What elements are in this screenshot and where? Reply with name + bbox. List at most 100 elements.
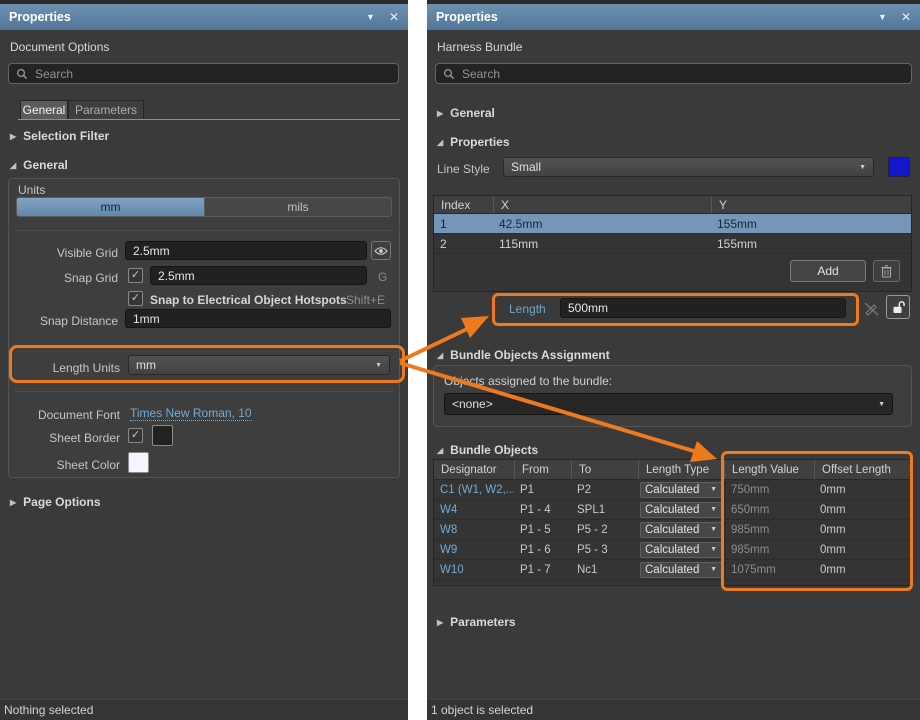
document-font-link[interactable]: Times New Roman, 10 — [130, 406, 252, 421]
length-units-dropdown[interactable]: mm ▼ — [128, 355, 390, 375]
tab-general[interactable]: General — [20, 100, 68, 119]
panel-titlebar: Properties ▼ ✕ — [0, 4, 408, 30]
panel-menu-icon[interactable]: ▼ — [878, 12, 887, 22]
visible-grid-input[interactable]: 2.5mm — [125, 241, 367, 260]
snap-distance-label: Snap Distance — [0, 314, 118, 328]
column-header[interactable]: To — [571, 460, 638, 479]
units-label: Units — [18, 183, 45, 197]
table-row[interactable]: W10 P1 - 7 Nc1 Calculated▼ 1075mm 0mm — [434, 560, 911, 580]
lock-button[interactable] — [886, 295, 910, 319]
column-header[interactable]: From — [514, 460, 571, 479]
section-general[interactable]: ◢ General — [10, 158, 68, 172]
sheet-border-checkbox[interactable]: ✓ — [128, 428, 143, 443]
divider — [14, 230, 394, 231]
visible-grid-visibility-button[interactable] — [371, 241, 391, 260]
chevron-down-icon: ▼ — [375, 362, 382, 369]
chevron-down-icon: ▼ — [710, 506, 717, 513]
section-properties[interactable]: ◢ Properties — [437, 135, 510, 149]
table-row[interactable]: 2 115mm 155mm — [434, 234, 911, 254]
sheet-border-color-swatch[interactable] — [152, 425, 173, 446]
snap-hotspots-label: Snap to Electrical Object Hotspots — [150, 293, 347, 307]
table-row[interactable]: 1 42.5mm 155mm — [434, 214, 911, 234]
table-row[interactable]: W9 P1 - 6 P5 - 3 Calculated▼ 985mm 0mm — [434, 540, 911, 560]
eye-icon — [374, 246, 388, 256]
document-font-label: Document Font — [0, 408, 120, 422]
chevron-expanded-icon: ◢ — [437, 351, 443, 360]
length-type-dropdown[interactable]: Calculated▼ — [640, 502, 722, 518]
bundle-objects-table: Designator From To Length Type Length Va… — [433, 459, 912, 586]
section-parameters[interactable]: ▶ Parameters — [437, 615, 516, 629]
length-input[interactable]: 500mm — [560, 298, 846, 318]
assigned-objects-dropdown[interactable]: <none> ▼ — [444, 393, 893, 415]
length-type-dropdown[interactable]: Calculated▼ — [640, 522, 722, 538]
column-header[interactable]: Y — [711, 196, 911, 213]
tab-parameters[interactable]: Parameters — [68, 100, 144, 119]
panel-title: Properties — [436, 10, 864, 24]
column-header[interactable]: Offset Length — [814, 460, 911, 479]
chevron-right-icon: ▶ — [10, 132, 16, 141]
column-header[interactable]: Length Value — [724, 460, 814, 479]
snap-hotspots-shortcut: Shift+E — [346, 293, 385, 307]
column-header[interactable]: Designator — [434, 460, 514, 479]
length-label: Length — [509, 302, 546, 316]
length-units-label: Length Units — [0, 361, 120, 375]
panel-titlebar: Properties ▼ ✕ — [427, 4, 920, 30]
visible-grid-label: Visible Grid — [0, 246, 118, 260]
snap-distance-input[interactable]: 1mm — [125, 309, 391, 328]
search-icon — [16, 68, 28, 80]
chevron-down-icon: ▼ — [710, 546, 717, 553]
close-icon[interactable]: ✕ — [901, 10, 911, 24]
search-icon — [443, 68, 455, 80]
search-input[interactable]: Search — [8, 63, 399, 84]
chevron-right-icon: ▶ — [437, 618, 443, 627]
status-bar: 1 object is selected — [427, 699, 920, 720]
add-button[interactable]: Add — [790, 260, 866, 282]
line-style-dropdown[interactable]: Small ▼ — [503, 157, 874, 177]
section-selection-filter[interactable]: ▶ Selection Filter — [10, 129, 109, 143]
chevron-expanded-icon: ◢ — [437, 138, 443, 147]
search-input[interactable]: Search — [435, 63, 912, 84]
units-option-mils[interactable]: mils — [204, 198, 391, 216]
table-row[interactable]: W8 P1 - 5 P5 - 2 Calculated▼ 985mm 0mm — [434, 520, 911, 540]
snap-grid-checkbox[interactable]: ✓ — [128, 268, 143, 283]
panel-menu-icon[interactable]: ▼ — [366, 12, 375, 22]
column-header[interactable]: Length Type — [638, 460, 724, 479]
unlock-icon — [891, 300, 905, 314]
length-type-dropdown[interactable]: Calculated▼ — [640, 542, 722, 558]
close-icon[interactable]: ✕ — [389, 10, 399, 24]
edit-disabled-icon — [863, 301, 880, 317]
length-type-dropdown[interactable]: Calculated▼ — [640, 562, 722, 578]
snap-hotspots-checkbox[interactable]: ✓ — [128, 291, 143, 306]
section-bundle-objects[interactable]: ◢ Bundle Objects — [437, 443, 538, 457]
tab-underline — [18, 119, 400, 120]
chevron-expanded-icon: ◢ — [437, 446, 443, 455]
section-page-options[interactable]: ▶ Page Options — [10, 495, 101, 509]
section-bundle-objects-assignment[interactable]: ◢ Bundle Objects Assignment — [437, 348, 610, 362]
line-color-swatch[interactable] — [888, 157, 910, 177]
section-general[interactable]: ▶ General — [437, 106, 495, 120]
units-option-mm[interactable]: mm — [17, 198, 204, 216]
units-toggle: mm mils — [16, 197, 392, 217]
status-bar: Nothing selected — [0, 699, 408, 720]
chevron-down-icon: ▼ — [710, 526, 717, 533]
snap-grid-label: Snap Grid — [0, 271, 118, 285]
divider — [14, 345, 394, 346]
chevron-down-icon: ▼ — [878, 401, 885, 408]
check-icon: ✓ — [131, 430, 140, 441]
divider — [14, 391, 394, 392]
column-header[interactable]: X — [493, 196, 711, 213]
chevron-right-icon: ▶ — [437, 109, 443, 118]
length-type-dropdown[interactable]: Calculated▼ — [640, 482, 722, 498]
check-icon: ✓ — [131, 270, 140, 281]
chevron-down-icon: ▼ — [710, 566, 717, 573]
document-options-panel: Properties ▼ ✕ Document Options Search G… — [0, 0, 408, 720]
delete-button[interactable] — [873, 260, 900, 282]
table-row[interactable]: W4 P1 - 4 SPL1 Calculated▼ 650mm 0mm — [434, 500, 911, 520]
harness-bundle-panel: Properties ▼ ✕ Harness Bundle Search ▶ G… — [427, 0, 920, 720]
panel-title: Properties — [9, 10, 352, 24]
table-row[interactable]: C1 (W1, W2,... P1 P2 Calculated▼ 750mm 0… — [434, 480, 911, 500]
chevron-expanded-icon: ◢ — [10, 161, 16, 170]
snap-grid-input[interactable]: 2.5mm — [150, 266, 367, 285]
column-header[interactable]: Index — [434, 196, 493, 213]
sheet-color-swatch[interactable] — [128, 452, 149, 473]
